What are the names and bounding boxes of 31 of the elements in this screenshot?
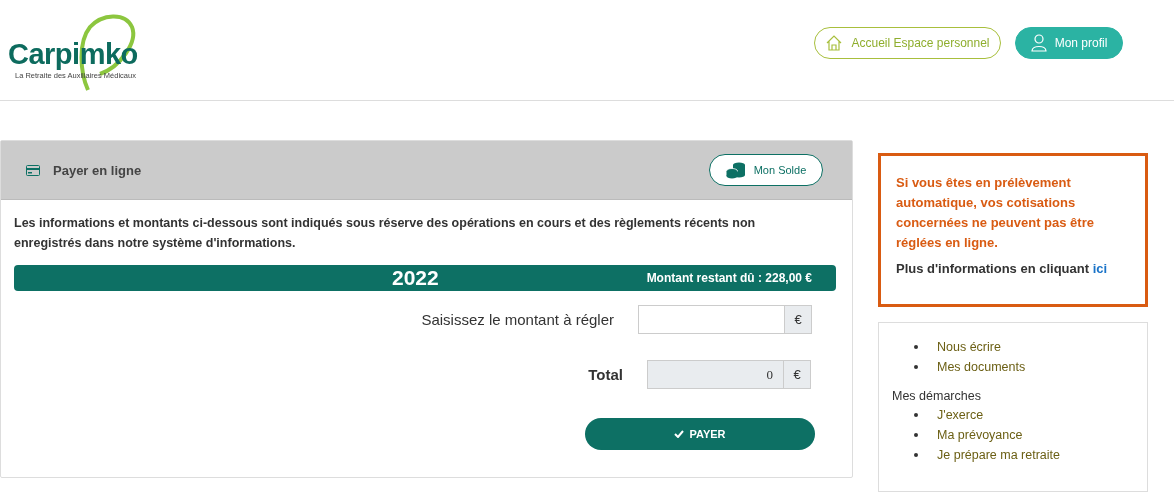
check-icon [674,430,685,438]
bullet-icon [914,365,918,369]
bullet-icon [914,453,918,457]
more-info-text: Plus d'informations en cliquant ici [896,261,1109,276]
here-link[interactable]: ici [1092,261,1108,276]
menu-link[interactable]: J'exerce [937,408,984,422]
credit-card-icon [26,164,40,176]
remaining-amount: Montant restant dû : 228,00 € [646,271,812,285]
coins-icon [725,161,746,179]
bullet-icon [914,413,918,417]
bullet-icon [914,433,918,437]
user-icon [1030,34,1047,52]
amount-label: Saisissez le montant à régler [421,311,614,328]
section-heading: Mes démarches [892,389,982,405]
menu-link[interactable]: Je prépare ma retraite [937,448,1060,462]
currency-addon: € [785,305,812,334]
alert-message: Si vous êtes en prélèvement automatique, vos cotisations concernées ne peuvent pas être réglées en ligne. [896,174,1095,252]
notice-text: Les informations et montants ci-dessous sont indiqués sous réserve des opérations en cours et des règlements récents non enregistrés dans notre système d'informations. [14,215,757,252]
total-field: 0 [647,360,784,389]
card-title: Payer en ligne [53,162,143,178]
year-label: 2022 [392,266,439,290]
house-icon [825,34,844,52]
menu-link[interactable]: Nous écrire [937,340,1001,354]
pay-button[interactable]: PAYER [585,418,815,450]
total-label: Total [588,366,623,383]
amount-field[interactable] [638,305,785,334]
currency-addon: € [784,360,811,389]
menu-link[interactable]: Ma prévoyance [937,428,1023,442]
menu-link[interactable]: Mes documents [937,360,1026,374]
bullet-icon [914,345,918,349]
balance-button[interactable]: Mon Solde [709,154,823,186]
